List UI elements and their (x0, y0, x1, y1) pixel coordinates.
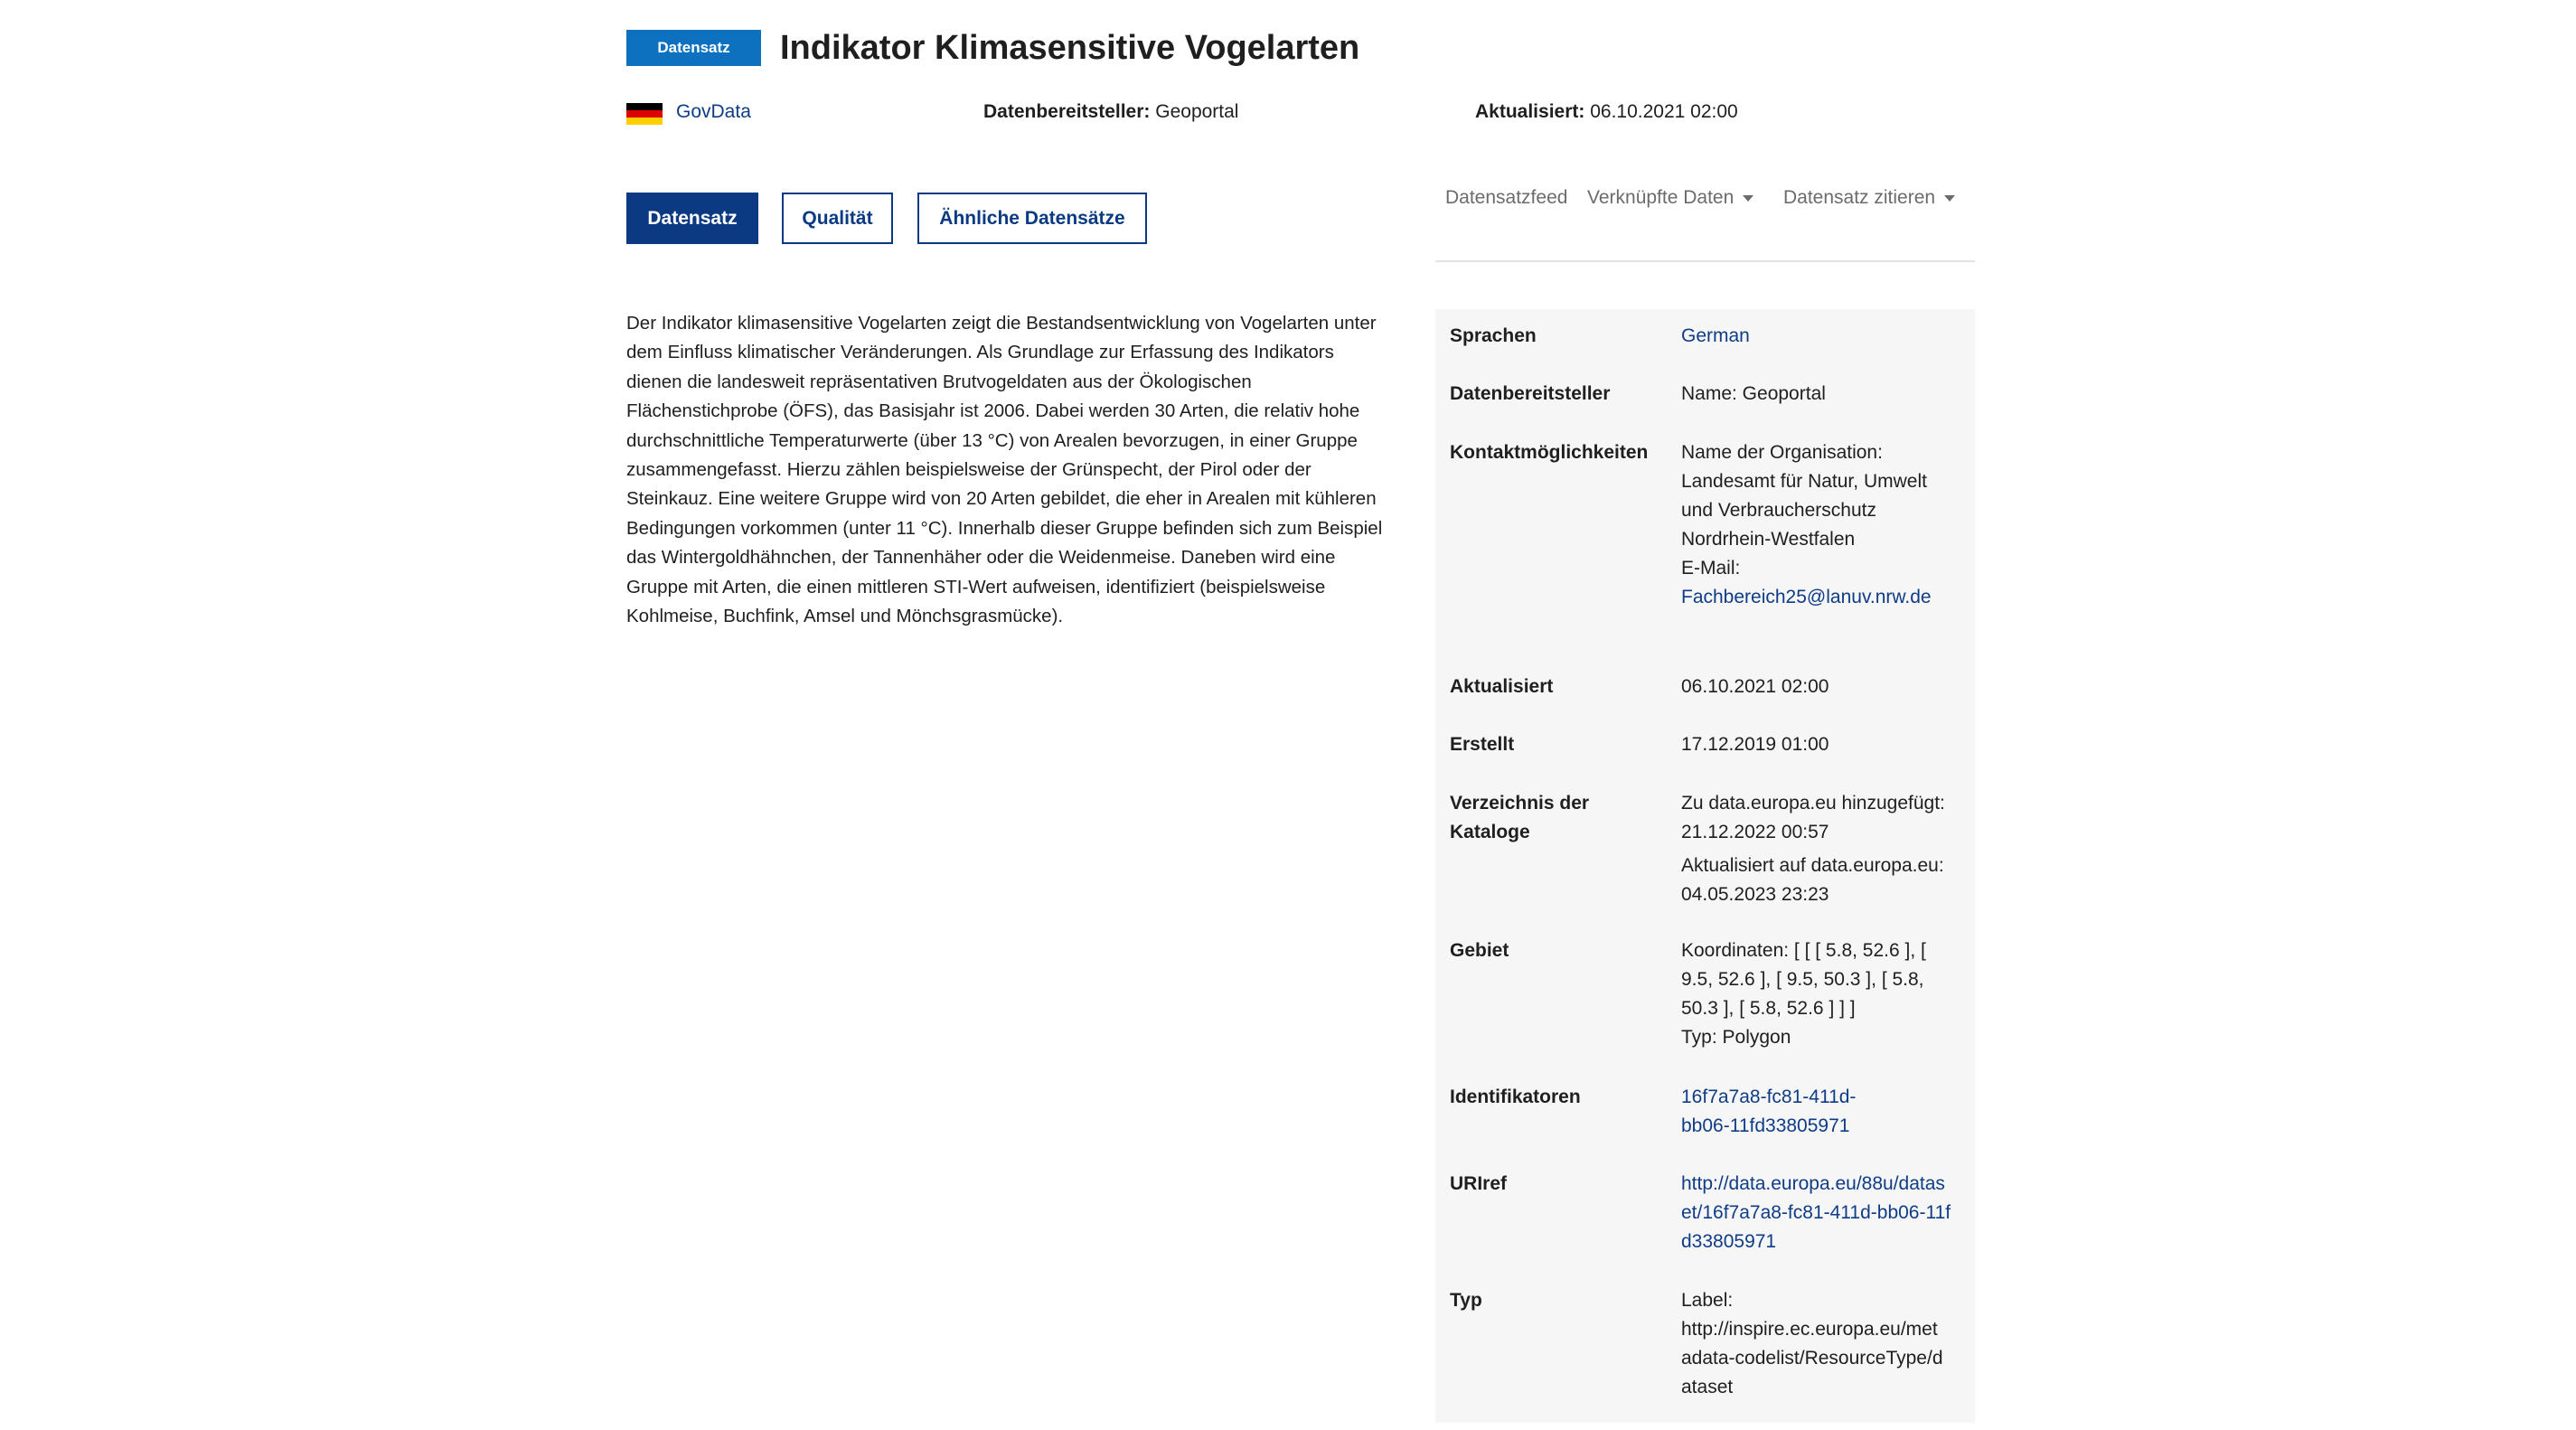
spatial-coverage: Koordinaten: [ [ [ 5.8, 52.6 ], [ 9.5, 5… (1681, 936, 1961, 1052)
provider-label: Datenbereitsteller: (983, 101, 1151, 122)
catalog-link[interactable]: GovData (676, 101, 751, 123)
updated-value: 06.10.2021 02:00 (1590, 101, 1738, 122)
info-label: Kontaktmöglichkeiten (1450, 442, 1649, 463)
german-flag-icon (626, 103, 663, 125)
dataset-info-panel: Sprachen German Datenbereitsteller Name:… (1435, 309, 1975, 1423)
tab-qualitaet[interactable]: Qualität (782, 193, 893, 244)
caret-down-icon (1944, 194, 1956, 202)
linked-data-label: Verknüpfte Daten (1587, 187, 1735, 208)
info-label: Datenbereitsteller (1450, 383, 1611, 404)
type-label: Label: (1681, 1290, 1734, 1311)
info-value: 06.10.2021 02:00 (1681, 676, 1829, 697)
caret-down-icon (1743, 194, 1754, 202)
updated-info: Aktualisiert: 06.10.2021 02:00 (1475, 101, 1738, 123)
catalog-updated: Aktualisiert auf data.europa.eu: 04.05.2… (1681, 855, 1944, 905)
dataset-description: Der Indikator klimasensitive Vogelarten … (626, 313, 1383, 627)
linked-data-dropdown[interactable]: Verknüpfte Daten (1587, 187, 1754, 209)
info-label: Verzeichnis der Kataloge (1450, 793, 1590, 842)
identifier-link[interactable]: 16f7a7a8-fc81-411d-bb06-11fd33805971 (1681, 1087, 1856, 1136)
email-label: E-Mail: (1681, 558, 1741, 579)
dataset-toolbar: Datensatzfeed Verknüpfte Daten Datensatz… (1435, 185, 1975, 262)
info-label: Aktualisiert (1450, 676, 1554, 697)
page-title: Indikator Klimasensitive Vogelarten (780, 29, 1360, 67)
info-label: Erstellt (1450, 734, 1515, 755)
dataset-meta-row: GovData Datenbereitsteller: Geoportal Ak… (626, 98, 1975, 127)
org-name: Landesamt für Natur, Umwelt und Verbrauc… (1681, 471, 1927, 550)
type-value: http://inspire.ec.europa.eu/metadata-cod… (1681, 1319, 1943, 1397)
provider-info: Datenbereitsteller: Geoportal (983, 101, 1238, 123)
dataset-type-badge: Datensatz (626, 30, 761, 66)
cite-dataset-dropdown[interactable]: Datensatz zitieren (1783, 187, 1956, 209)
info-value: 17.12.2019 01:00 (1681, 734, 1829, 755)
geometry-type: Typ: Polygon (1681, 1027, 1791, 1048)
language-link[interactable]: German (1681, 325, 1750, 346)
cite-dataset-label: Datensatz zitieren (1783, 187, 1936, 208)
catalog-added: Zu data.europa.eu hinzugefügt: 21.12.202… (1681, 793, 1945, 842)
info-value: Name: Geoportal (1681, 383, 1826, 404)
info-label: Typ (1450, 1290, 1482, 1311)
provider-value: Geoportal (1155, 101, 1239, 122)
dataset-page: Datensatz Indikator Klimasensitive Vogel… (626, 0, 1975, 1430)
resource-type: Label: http://inspire.ec.europa.eu/metad… (1681, 1286, 1943, 1402)
updated-label: Aktualisiert: (1475, 101, 1585, 122)
catalog-records: Zu data.europa.eu hinzugefügt: 21.12.202… (1681, 789, 1961, 909)
info-label: Sprachen (1450, 325, 1537, 346)
info-label: Identifikatoren (1450, 1087, 1581, 1107)
contact-email-link[interactable]: Fachbereich25@lanuv.nrw.de (1681, 587, 1932, 607)
coordinates: Koordinaten: [ [ [ 5.8, 52.6 ], [ 9.5, 5… (1681, 940, 1926, 1019)
uriref-link[interactable]: http://data.europa.eu/88u/dataset/16f7a7… (1681, 1173, 1951, 1252)
info-label: URIref (1450, 1173, 1508, 1194)
tab-datensatz[interactable]: Datensatz (626, 193, 758, 244)
dataset-feed-link[interactable]: Datensatzfeed (1445, 187, 1567, 209)
tab-aehnliche-datensaetze[interactable]: Ähnliche Datensätze (917, 193, 1147, 244)
info-label: Gebiet (1450, 940, 1509, 961)
org-label: Name der Organisation: (1681, 442, 1883, 463)
contact-details: Name der Organisation: Landesamt für Nat… (1681, 438, 1961, 612)
